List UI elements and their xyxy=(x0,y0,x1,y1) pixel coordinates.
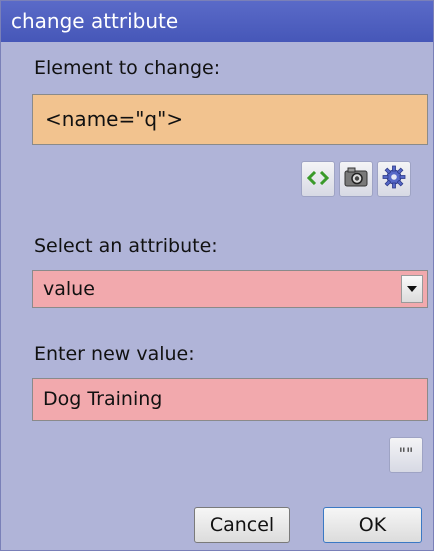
select-attribute-label: Select an attribute: xyxy=(34,235,218,257)
chevron-down-icon[interactable] xyxy=(401,275,423,303)
cancel-button[interactable]: Cancel xyxy=(194,507,290,543)
element-to-change-field[interactable]: <name="q"> xyxy=(32,94,428,145)
insert-quotes-button[interactable]: "" xyxy=(389,437,423,473)
new-value-field[interactable]: Dog Training xyxy=(32,378,428,421)
attribute-select-value: value xyxy=(43,278,95,300)
element-to-change-label: Element to change: xyxy=(34,57,221,79)
change-attribute-dialog: change attribute Element to change: <nam… xyxy=(0,0,434,551)
camera-button[interactable] xyxy=(339,161,373,197)
gear-icon xyxy=(382,165,406,193)
attribute-select[interactable]: value xyxy=(32,270,428,308)
code-brackets-button[interactable] xyxy=(301,161,335,197)
settings-button[interactable] xyxy=(377,161,411,197)
dialog-title: change attribute xyxy=(1,1,433,42)
camera-icon xyxy=(344,166,368,192)
ok-button[interactable]: OK xyxy=(323,507,422,543)
code-brackets-icon xyxy=(306,170,330,189)
new-value-label: Enter new value: xyxy=(34,343,195,365)
